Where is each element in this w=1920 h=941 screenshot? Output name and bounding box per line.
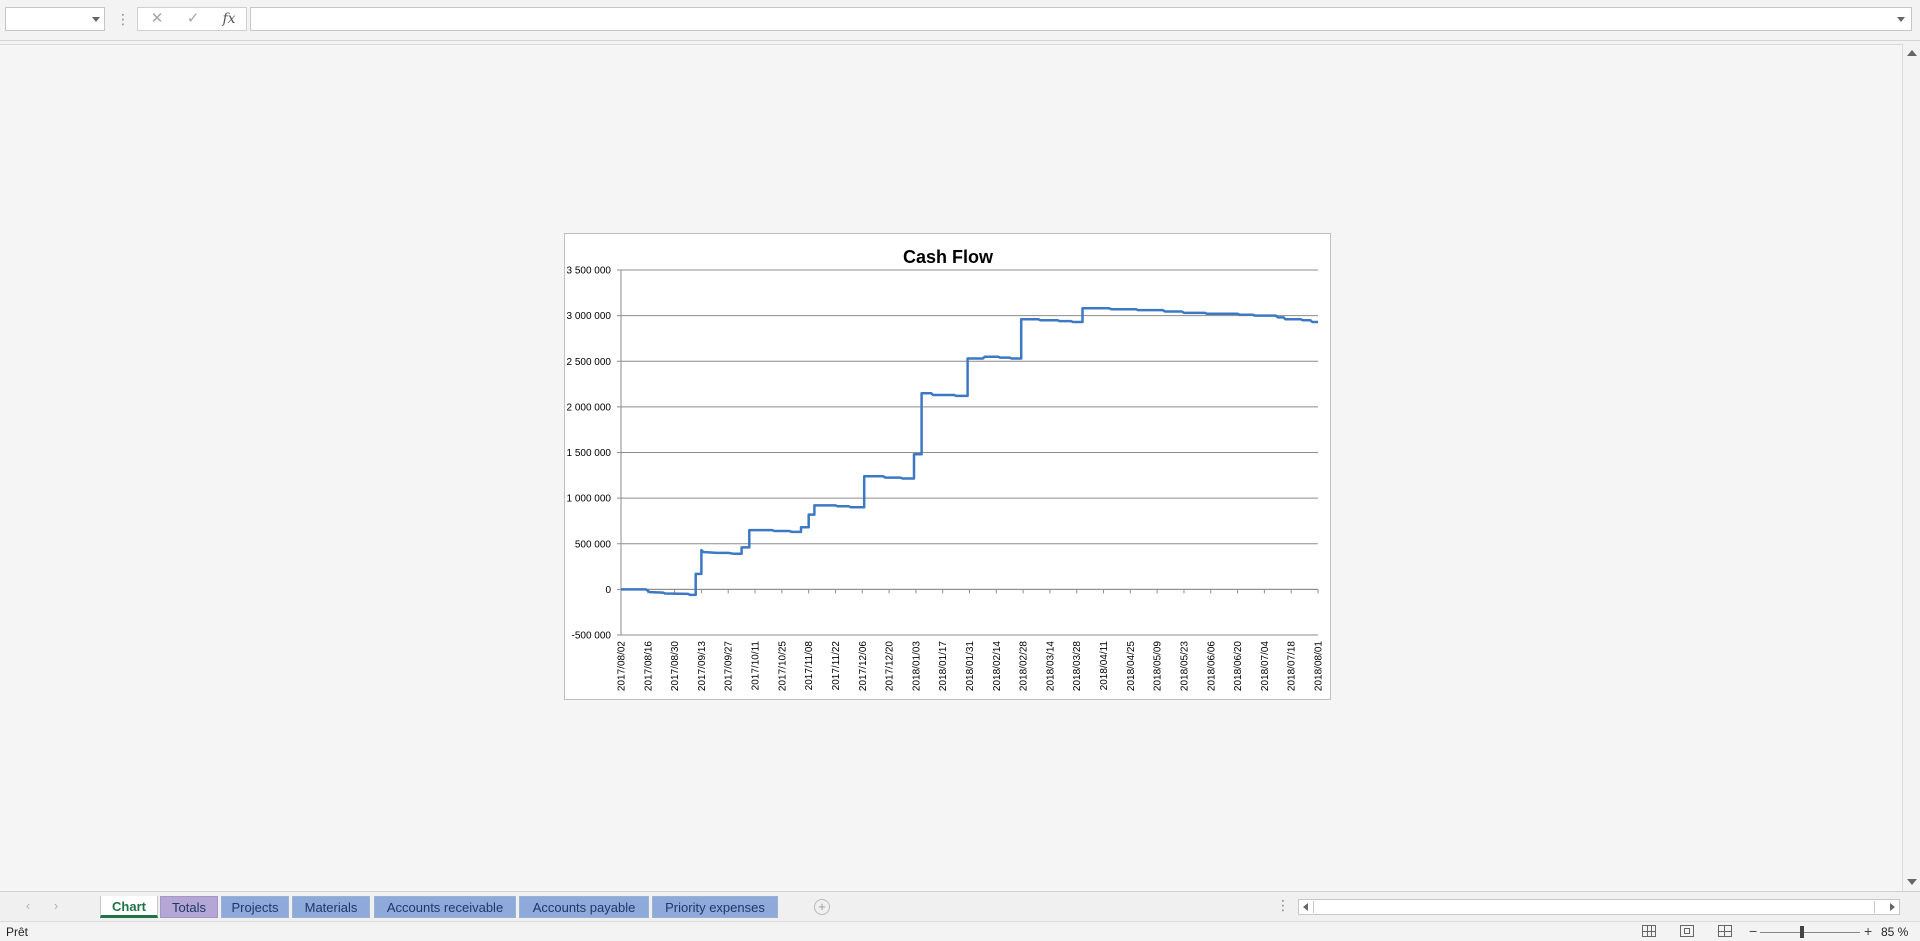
tab-scroll-right-icon[interactable]: ›: [48, 898, 64, 914]
scroll-down-icon[interactable]: [1907, 879, 1917, 885]
x-tick-label: 2017/11/22: [831, 641, 842, 691]
sheet-tabs-bar: ‹ › Chart Totals Projects Materials Accounts…: [0, 891, 1920, 921]
formula-bar: ⋮ ✕ ✓ fx: [0, 0, 1920, 41]
check-icon[interactable]: ✓: [178, 8, 208, 30]
status-text: Prêt: [6, 925, 29, 939]
scrollbar-thumb[interactable]: [1313, 901, 1875, 913]
x-tick-label: 2018/02/28: [1019, 641, 1030, 691]
y-tick-label: 500 000: [575, 539, 612, 550]
x-tick-label: 2017/11/08: [804, 641, 815, 691]
page-layout-icon[interactable]: [1680, 925, 1694, 937]
x-tick-label: 2018/05/09: [1153, 641, 1164, 691]
tab-accounts-receivable[interactable]: Accounts receivable: [374, 896, 516, 918]
chevron-down-icon[interactable]: [92, 17, 100, 22]
horizontal-scrollbar[interactable]: [1298, 899, 1900, 915]
tab-accounts-payable[interactable]: Accounts payable: [519, 896, 649, 918]
scroll-up-icon[interactable]: [1907, 50, 1917, 56]
x-tick-label: 2018/07/18: [1287, 641, 1298, 691]
expand-formula-icon[interactable]: [1897, 17, 1905, 22]
grid-layer: [617, 269, 1319, 636]
tab-split-handle[interactable]: ⋮: [1276, 897, 1290, 914]
x-tick-label: 2017/10/11: [751, 641, 762, 691]
status-bar: Prêt − + 85 %: [0, 921, 1920, 941]
x-tick-label: 2017/10/25: [777, 641, 788, 691]
x-tick-label: 2018/03/14: [1045, 641, 1056, 691]
tab-priority-expenses[interactable]: Priority expenses: [652, 896, 778, 918]
y-tick-label: 3 000 000: [567, 311, 612, 322]
x-tick-label: 2018/04/25: [1126, 641, 1137, 691]
y-tick-label: 0: [605, 585, 611, 596]
x-tick-label: 2017/08/30: [670, 641, 681, 691]
x-tick-label: 2017/12/20: [885, 641, 896, 691]
x-axis-labels: 2017/08/02 2017/08/16 2017/08/30 2017/09/13…: [617, 641, 1325, 691]
x-tick-label: 2018/01/31: [965, 641, 976, 691]
x-tick-label: 2018/03/28: [1072, 641, 1083, 691]
x-tick-label: 2018/08/01: [1314, 641, 1325, 691]
function-icon[interactable]: fx: [214, 8, 244, 30]
x-tick-label: 2017/09/13: [697, 641, 708, 691]
more-options-icon[interactable]: ⋮: [116, 9, 130, 29]
x-tick-label: 2018/04/11: [1099, 641, 1110, 691]
x-tick-label: 2018/02/14: [992, 641, 1003, 691]
cash-flow-series-line: [621, 307, 1318, 597]
y-tick-label: 1 500 000: [567, 448, 612, 459]
tab-materials[interactable]: Materials: [292, 896, 370, 918]
zoom-out-icon[interactable]: −: [1749, 923, 1757, 939]
tab-chart[interactable]: Chart: [100, 896, 158, 918]
series-layer: [621, 307, 1318, 597]
tab-totals[interactable]: Totals: [160, 896, 218, 918]
x-tick-label: 2017/08/02: [617, 641, 628, 691]
zoom-level[interactable]: 85 %: [1881, 925, 1908, 939]
scroll-right-icon[interactable]: [1890, 903, 1895, 911]
x-tick-label: 2018/07/04: [1260, 641, 1271, 691]
chart[interactable]: Cash Flow -500 000 0 500 000 1 000 000 1 500…: [564, 233, 1331, 700]
tab-scroll-left-icon[interactable]: ‹: [20, 898, 36, 914]
name-box[interactable]: [5, 7, 105, 31]
zoom-slider-thumb[interactable]: [1800, 926, 1804, 938]
x-tick-label: 2018/06/06: [1206, 641, 1217, 691]
x-tick-label: 2018/01/17: [938, 641, 949, 691]
y-tick-label: 2 500 000: [567, 357, 612, 368]
x-tick-label: 2017/12/06: [858, 641, 869, 691]
page-break-preview-icon[interactable]: [1718, 925, 1732, 937]
chart-svg: Cash Flow -500 000 0 500 000 1 000 000 1 500…: [567, 247, 1325, 691]
y-tick-label: 3 500 000: [567, 266, 612, 277]
x-tick-label: 2017/08/16: [643, 641, 654, 691]
x-tick-label: 2018/06/20: [1233, 641, 1244, 691]
formula-input[interactable]: [250, 7, 1912, 31]
x-tick-label: 2018/01/03: [911, 641, 922, 691]
chart-title: Cash Flow: [903, 247, 994, 267]
y-tick-label: 2 000 000: [567, 402, 612, 413]
y-axis-labels: -500 000 0 500 000 1 000 000 1 500 000 2 000 …: [567, 266, 612, 642]
tab-projects[interactable]: Projects: [221, 896, 289, 918]
formula-buttons: ✕ ✓ fx: [137, 7, 247, 31]
zoom-slider[interactable]: [1760, 932, 1860, 933]
zoom-in-icon[interactable]: +: [1864, 923, 1872, 939]
normal-view-icon[interactable]: [1642, 925, 1656, 937]
x-tick-label: 2018/05/23: [1179, 641, 1190, 691]
y-tick-label: 1 000 000: [567, 494, 612, 505]
scroll-left-icon[interactable]: [1303, 903, 1308, 911]
add-sheet-icon[interactable]: +: [814, 899, 830, 915]
close-icon[interactable]: ✕: [142, 8, 172, 30]
vertical-scrollbar[interactable]: [1902, 44, 1920, 891]
x-tick-label: 2017/09/27: [724, 641, 735, 691]
y-tick-label: -500 000: [572, 631, 612, 642]
